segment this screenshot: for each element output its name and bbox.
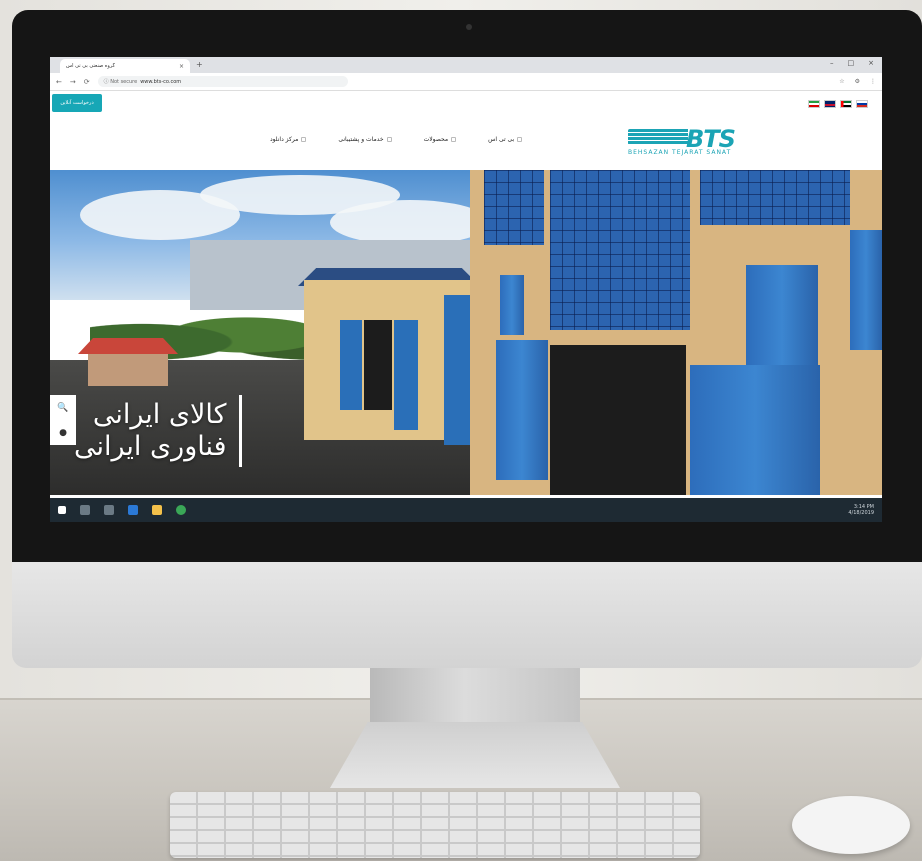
menu-item-icon: [386, 137, 392, 142]
menu-item-icon: [301, 137, 307, 142]
hero-lines: کالای ایرانی فناوری ایرانی: [74, 399, 227, 463]
building-panel: [496, 340, 548, 480]
security-info[interactable]: ⓘ Not secure: [104, 78, 138, 85]
hero-slogan: کالای ایرانی فناوری ایرانی: [74, 395, 242, 467]
start-icon[interactable]: [58, 506, 66, 514]
maximize-button[interactable]: □: [848, 59, 855, 67]
camera-icon: [466, 24, 472, 30]
flag-uk-icon[interactable]: [824, 100, 836, 108]
tab-close-icon[interactable]: ×: [179, 63, 184, 70]
shed-door: [340, 320, 362, 410]
flag-ru-icon[interactable]: [856, 100, 868, 108]
edge-icon[interactable]: [128, 505, 138, 515]
site-logo[interactable]: BTS BEHSAZAN TEJARAT SANAT: [628, 125, 763, 165]
mouse: [792, 796, 910, 854]
address-bar[interactable]: ⓘ Not secure www.bts-co.com: [97, 76, 348, 87]
browser-menu-icon[interactable]: ⋮: [870, 78, 876, 85]
clock-date: 4/18/2019: [848, 510, 874, 516]
task-view-icon[interactable]: [104, 505, 114, 515]
extension-icon[interactable]: ⚙: [855, 78, 860, 85]
menu-item-label: مرکز دانلود: [270, 136, 299, 143]
monitor-stand: [370, 666, 580, 724]
windows-taskbar: 3:14 PM 4/18/2019: [50, 498, 882, 522]
menu-item-label: محصولات: [423, 136, 449, 143]
hero-line-2: فناوری ایرانی: [74, 431, 227, 462]
menu-item-downloads[interactable]: مرکز دانلود: [270, 136, 307, 143]
back-button[interactable]: ←: [56, 78, 62, 86]
monitor-screen: گروه صنعتی بی تی اس × + – □ × ← → ⟳ ⓘ No…: [50, 57, 882, 522]
building-panel: [690, 365, 820, 495]
bookmark-star-icon[interactable]: ☆: [839, 78, 844, 85]
building-door: [746, 265, 818, 365]
chrome-icon[interactable]: [176, 505, 186, 515]
close-window-button[interactable]: ×: [868, 59, 874, 67]
menu-item-products[interactable]: محصولات: [423, 136, 457, 143]
site-header: درخواست آنلاین بی تی اس محصولات خدمات و …: [50, 92, 882, 170]
search-icon[interactable]: 🔍: [57, 403, 68, 413]
menu-item-about[interactable]: بی تی اس: [488, 136, 523, 143]
menu-item-services[interactable]: خدمات و پشتیبانی: [338, 136, 392, 143]
search-taskbar-icon[interactable]: [80, 505, 90, 515]
building-window-grid: [700, 170, 850, 225]
new-tab-button[interactable]: +: [196, 60, 203, 69]
side-tools: 🔍 ●: [50, 395, 76, 445]
keyboard: [170, 792, 700, 858]
menu-item-icon: [451, 137, 457, 142]
forward-button[interactable]: →: [70, 78, 76, 86]
shed-opening: [364, 320, 392, 410]
monitor-chin: [12, 560, 922, 668]
logo-stripes: [628, 129, 688, 145]
address-url: www.bts-co.com: [140, 78, 182, 85]
menu-item-label: بی تی اس: [488, 136, 515, 143]
building-window-grid: [550, 170, 690, 330]
browser-tab-strip: گروه صنعتی بی تی اس × + – □ ×: [50, 57, 882, 73]
browser-toolbar: ← → ⟳ ⓘ Not secure www.bts-co.com ☆ ⚙ ⋮: [50, 73, 882, 91]
online-request-button[interactable]: درخواست آنلاین: [52, 94, 102, 112]
hero-separator: [238, 395, 242, 467]
file-explorer-icon[interactable]: [152, 505, 162, 515]
cloud: [330, 200, 490, 245]
taskbar-clock[interactable]: 3:14 PM 4/18/2019: [848, 504, 874, 516]
flag-ae-icon[interactable]: [840, 100, 852, 108]
building-opening: [550, 345, 686, 495]
monitor-foot: [330, 722, 620, 788]
building-window: [500, 275, 524, 335]
kiosk-body: [88, 354, 168, 386]
menu-item-icon: [517, 137, 523, 142]
minimize-button[interactable]: –: [830, 59, 834, 67]
main-menu: بی تی اس محصولات خدمات و پشتیبانی مرکز د…: [270, 136, 523, 143]
shed-door: [444, 295, 470, 445]
menu-item-label: خدمات و پشتیبانی: [338, 136, 384, 143]
language-flags: [808, 100, 868, 108]
chat-icon[interactable]: ●: [59, 428, 67, 438]
hero-line-1: کالای ایرانی: [92, 399, 227, 430]
building-panel: [850, 230, 882, 350]
flag-ir-icon[interactable]: [808, 100, 820, 108]
kiosk-roof: [78, 338, 178, 354]
building-window-grid: [484, 170, 544, 245]
hero-banner: 🔍 ● کالای ایرانی فناوری ایرانی: [50, 170, 882, 495]
guard-kiosk: [78, 338, 178, 388]
shed-door: [394, 320, 418, 430]
browser-tab[interactable]: گروه صنعتی بی تی اس ×: [60, 59, 190, 73]
window-controls: – □ ×: [830, 59, 874, 67]
reload-button[interactable]: ⟳: [84, 78, 90, 86]
tab-title: گروه صنعتی بی تی اس: [66, 63, 115, 69]
toolbar-actions: ☆ ⚙ ⋮: [839, 78, 876, 85]
logo-subtitle: BEHSAZAN TEJARAT SANAT: [628, 149, 732, 156]
